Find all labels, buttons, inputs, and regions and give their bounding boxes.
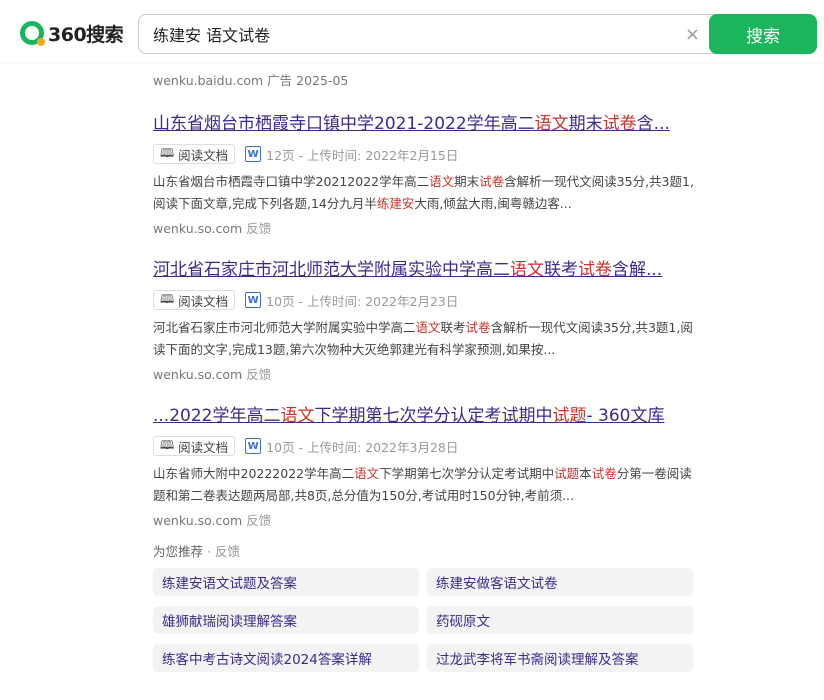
read-document-button[interactable]: 🕮 阅读文档 bbox=[153, 436, 236, 456]
header-bar: 360搜索 × 搜索 bbox=[0, 0, 824, 62]
logo-icon bbox=[20, 21, 45, 46]
book-icon: 🕮 bbox=[160, 145, 175, 160]
feedback-link[interactable]: 反馈 bbox=[246, 513, 271, 528]
read-document-button[interactable]: 🕮 阅读文档 bbox=[153, 290, 236, 310]
recommend-item[interactable]: 过龙武李将军书斋阅读理解及答案 bbox=[427, 644, 693, 672]
recommend-feedback-link[interactable]: · 反馈 bbox=[207, 544, 240, 559]
result-meta: 10页 - 上传时间: 2022年2月23日 bbox=[266, 293, 459, 309]
result-source[interactable]: wenku.so.com bbox=[153, 513, 242, 528]
result-title-link[interactable]: ...2022学年高二语文下学期第七次学分认定考试期中试题- 360文库 bbox=[153, 405, 698, 427]
result-description: 山东省烟台市栖霞寺口镇中学20212022学年高二语文期末试卷含解析一现代文阅读… bbox=[153, 174, 694, 211]
feedback-link[interactable]: 反馈 bbox=[246, 221, 271, 236]
logo-text: 360搜索 bbox=[48, 23, 124, 46]
result-title-link[interactable]: 河北省石家庄市河北师范大学附属实验中学高二语文联考试卷含解... bbox=[153, 259, 698, 281]
result-meta: 10页 - 上传时间: 2022年3月28日 bbox=[266, 439, 459, 455]
recommend-item[interactable]: 练客中考古诗文阅读2024答案详解 bbox=[153, 644, 419, 672]
word-doc-icon: W bbox=[245, 146, 262, 162]
search-result: 河北省石家庄市河北师范大学附属实验中学高二语文联考试卷含解... 🕮 阅读文档 … bbox=[153, 259, 698, 383]
book-icon: 🕮 bbox=[160, 291, 175, 306]
clear-icon[interactable]: × bbox=[685, 24, 700, 45]
search-result: 山东省烟台市栖霞寺口镇中学2021-2022学年高二语文期末试卷含... 🕮 阅… bbox=[153, 113, 698, 237]
read-document-button[interactable]: 🕮 阅读文档 bbox=[153, 144, 236, 164]
search-button[interactable]: 搜索 bbox=[709, 14, 817, 54]
result-source[interactable]: wenku.so.com bbox=[153, 221, 242, 236]
result-source[interactable]: wenku.so.com bbox=[153, 367, 242, 382]
recommend-item[interactable]: 练建安做客语文试卷 bbox=[427, 568, 693, 596]
ad-source-line: wenku.baidu.com 广告 2025-05 bbox=[153, 73, 349, 88]
recommend-item[interactable]: 练建安语文试题及答案 bbox=[153, 568, 419, 596]
book-icon: 🕮 bbox=[160, 437, 175, 452]
recommend-heading: 为您推荐 · 反馈 bbox=[153, 544, 240, 559]
word-doc-icon: W bbox=[245, 292, 262, 308]
recommend-item[interactable]: 药砚原文 bbox=[427, 606, 693, 634]
result-meta: 12页 - 上传时间: 2022年2月15日 bbox=[266, 147, 459, 163]
result-description: 河北省石家庄市河北师范大学附属实验中学高二语文联考试卷含解析一现代文阅读35分,… bbox=[153, 320, 693, 357]
search-box: × bbox=[138, 14, 716, 54]
recommend-item[interactable]: 雄狮献瑞阅读理解答案 bbox=[153, 606, 419, 634]
search-result: ...2022学年高二语文下学期第七次学分认定考试期中试题- 360文库 🕮 阅… bbox=[153, 405, 698, 529]
logo[interactable]: 360搜索 bbox=[20, 19, 124, 47]
word-doc-icon: W bbox=[245, 438, 262, 454]
result-title-link[interactable]: 山东省烟台市栖霞寺口镇中学2021-2022学年高二语文期末试卷含... bbox=[153, 113, 698, 135]
result-description: 山东省师大附中20222022学年高二语文下学期第七次学分认定考试期中试题本试卷… bbox=[153, 466, 692, 503]
feedback-link[interactable]: 反馈 bbox=[246, 367, 271, 382]
search-input[interactable] bbox=[153, 15, 673, 53]
